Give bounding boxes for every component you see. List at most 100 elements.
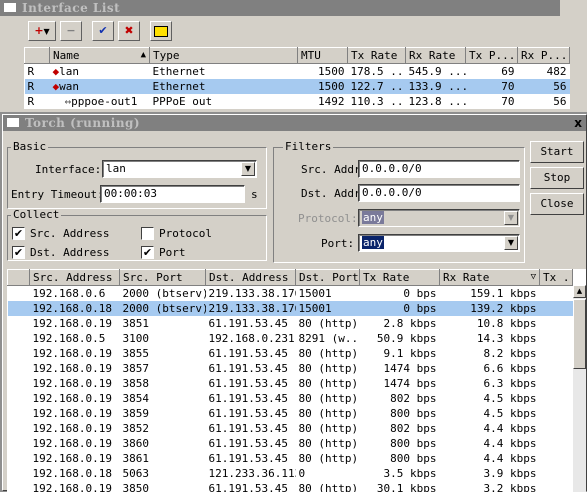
row-spacer (8, 451, 30, 466)
start-button[interactable]: Start (530, 141, 584, 163)
row-tx-packets (540, 481, 573, 492)
column-header-dst-port[interactable]: Dst. Port (296, 270, 360, 286)
table-row[interactable]: 192.168.0.19386061.191.53.4580 (http)800… (8, 436, 573, 451)
row-tx-rate: 178.5 ... (348, 64, 406, 80)
close-button[interactable]: Close (530, 193, 584, 215)
row-tx-packets (540, 286, 573, 302)
disable-button[interactable]: ✖ (118, 21, 140, 41)
row-type: Ethernet (150, 64, 298, 80)
column-header-rx-packets[interactable]: Rx P... (518, 48, 570, 64)
table-row[interactable]: 192.168.0.19385761.191.53.4580 (http)147… (8, 361, 573, 376)
table-row[interactable]: 192.168.0.19385161.191.53.4580 (http)2.8… (8, 316, 573, 331)
row-rx-rate: 8.2 kbps (440, 346, 540, 361)
table-row[interactable]: 192.168.0.182000 (btserv)219.133.38.1761… (8, 301, 573, 316)
column-header-rx-rate[interactable]: Rx Rate (406, 48, 466, 64)
column-header-name[interactable]: Name▲ (50, 48, 150, 64)
row-tx-packets (540, 451, 573, 466)
table-row[interactable]: 192.168.0.19385461.191.53.4580 (http)802… (8, 391, 573, 406)
row-rx-packets: 56 (518, 94, 570, 109)
column-header-flag[interactable] (25, 48, 50, 64)
stop-button[interactable]: Stop (530, 167, 584, 189)
port-checkbox[interactable]: ✔ (141, 246, 154, 259)
window-title: Interface List (22, 0, 120, 16)
table-row[interactable]: 192.168.0.19385561.191.53.4580 (http)9.1… (8, 346, 573, 361)
dst-address-checkbox[interactable]: ✔ (12, 246, 25, 259)
table-row[interactable]: 192.168.0.19385861.191.53.4580 (http)147… (8, 376, 573, 391)
row-flag: R (25, 64, 50, 80)
row-type: PPPoE out (150, 94, 298, 109)
table-row[interactable]: 192.168.0.185063121.233.36.11303.5 kbps3… (8, 466, 573, 481)
table-row[interactable]: 192.168.0.62000 (btserv)219.133.38.17615… (8, 286, 573, 302)
table-row[interactable]: 192.168.0.19385961.191.53.4580 (http)800… (8, 406, 573, 421)
protocol-filter-select[interactable]: any ▼ (358, 209, 520, 227)
row-rx-rate: 14.3 kbps (440, 331, 540, 346)
table-row[interactable]: 192.168.0.53100192.168.0.2318291 (w...50… (8, 331, 573, 346)
torch-titlebar[interactable]: Torch (running) x (3, 115, 586, 131)
column-header-tx-rate[interactable]: Tx Rate (360, 270, 440, 286)
column-header-src-address[interactable]: Src. Address (30, 270, 120, 286)
row-tx-packets: 70 (466, 94, 518, 109)
protocol-checkbox[interactable] (141, 227, 154, 240)
plus-icon: + (34, 24, 43, 37)
column-header-dst-address[interactable]: Dst. Address (206, 270, 296, 286)
row-tx-rate: 802 bps (360, 421, 440, 436)
chevron-down-icon: ▼ (44, 27, 50, 36)
table-row[interactable]: 192.168.0.19385261.191.53.4580 (http)802… (8, 421, 573, 436)
row-spacer (8, 316, 30, 331)
row-tx-packets (540, 391, 573, 406)
src-address-checkbox[interactable]: ✔ (12, 227, 25, 240)
src-address-filter-input[interactable]: 0.0.0.0/0 (358, 160, 520, 178)
row-src-address: 192.168.0.19 (30, 391, 120, 406)
row-src-address: 192.168.0.19 (30, 421, 120, 436)
row-tx-rate: 30.1 kbps (360, 481, 440, 492)
column-header-mtu[interactable]: MTU (298, 48, 348, 64)
port-filter-label: Port: (321, 237, 354, 251)
row-rx-rate: 133.9 ... (406, 79, 466, 94)
dst-address-filter-input[interactable]: 0.0.0.0/0 (358, 184, 520, 202)
scroll-thumb[interactable] (573, 299, 586, 369)
column-header-spacer (8, 270, 30, 286)
column-header-src-port[interactable]: Src. Port (120, 270, 206, 286)
row-tx-rate: 800 bps (360, 436, 440, 451)
interface-list-titlebar[interactable]: Interface List (0, 0, 560, 16)
protocol-filter-label: Protocol: (298, 212, 358, 226)
table-row[interactable]: 192.168.0.19386161.191.53.4580 (http)800… (8, 451, 573, 466)
row-src-port: 3100 (120, 331, 206, 346)
enable-button[interactable]: ✔ (92, 21, 114, 41)
port-filter-select[interactable]: any ▼ (358, 234, 520, 252)
window-icon (4, 3, 16, 12)
row-src-address: 192.168.0.18 (30, 301, 120, 316)
table-row[interactable]: R ◆wan Ethernet 1500 122.7 ... 133.9 ...… (25, 79, 570, 94)
column-header-rx-rate[interactable]: Rx Rate▽ (440, 270, 540, 286)
torch-table-header: Src. Address Src. Port Dst. Address Dst.… (8, 270, 573, 286)
row-src-address: 192.168.0.6 (30, 286, 120, 302)
add-button[interactable]: +▼ (28, 21, 56, 41)
table-row[interactable]: R ◆lan Ethernet 1500 178.5 ... 545.9 ...… (25, 64, 570, 80)
column-header-tx-packets[interactable]: Tx ... (540, 270, 573, 286)
row-rx-rate: 4.4 kbps (440, 436, 540, 451)
row-tx-packets (540, 316, 573, 331)
row-src-port: 3858 (120, 376, 206, 391)
table-row[interactable]: R ↔pppoe-out1 PPPoE out 1492 110.3 ... 1… (25, 94, 570, 109)
row-dst-address: 61.191.53.45 (206, 391, 296, 406)
row-src-port: 3859 (120, 406, 206, 421)
scroll-up-button[interactable]: ▲ (573, 285, 586, 298)
interface-select[interactable]: lan ▼ (102, 160, 257, 178)
row-dst-address: 61.191.53.45 (206, 436, 296, 451)
table-row[interactable]: 192.168.0.19385061.191.53.4580 (http)30.… (8, 481, 573, 492)
comment-button[interactable] (150, 21, 172, 41)
column-header-tx-rate[interactable]: Tx Rate (348, 48, 406, 64)
row-spacer (8, 361, 30, 376)
column-header-type[interactable]: Type (150, 48, 298, 64)
entry-timeout-input[interactable]: 00:00:03 (100, 185, 245, 203)
close-icon[interactable]: x (574, 115, 582, 131)
row-tx-rate: 9.1 kbps (360, 346, 440, 361)
row-rx-rate: 6.6 kbps (440, 361, 540, 376)
vertical-scrollbar[interactable]: ▲ (573, 285, 586, 492)
remove-button[interactable]: − (60, 21, 82, 41)
row-src-address: 192.168.0.19 (30, 481, 120, 492)
entry-timeout-unit: s (251, 188, 258, 202)
column-header-tx-packets[interactable]: Tx P... (466, 48, 518, 64)
collect-group-title: Collect (11, 209, 61, 221)
row-dst-address: 121.233.36.113 (206, 466, 296, 481)
